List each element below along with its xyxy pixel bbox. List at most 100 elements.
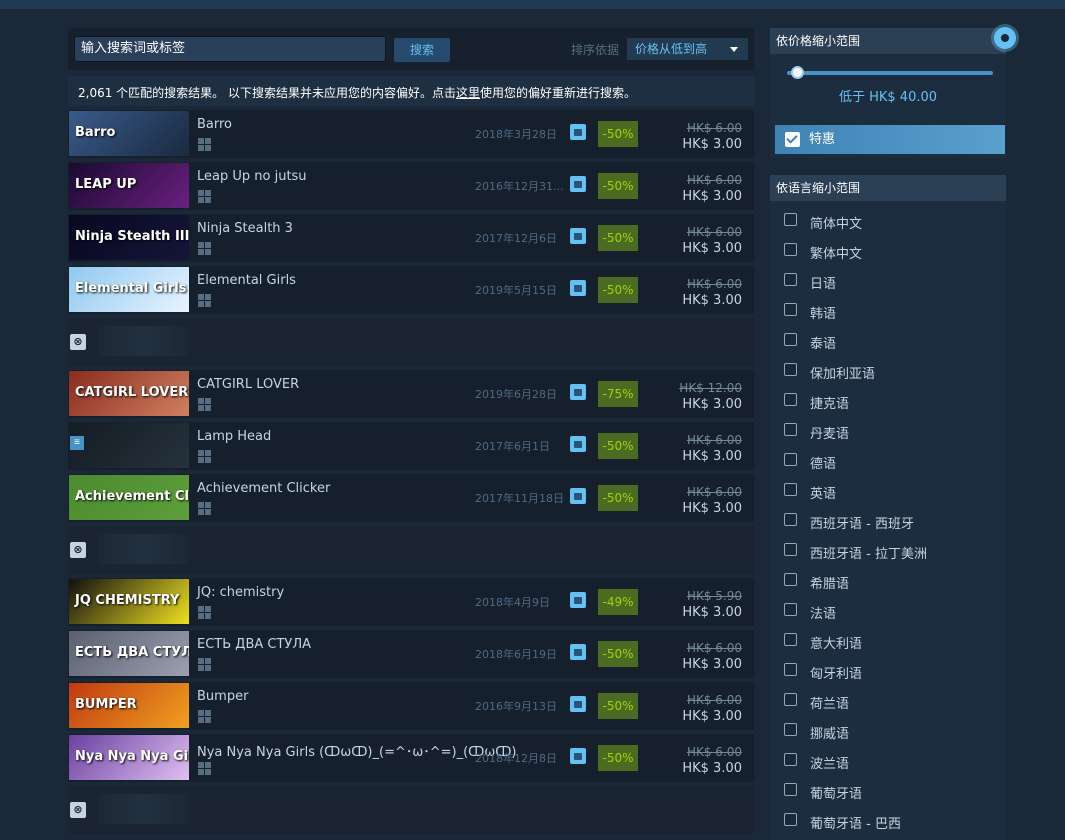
discount-badge: -50% [598,121,638,147]
game-title[interactable]: CATGIRL LOVER [197,377,299,392]
game-title[interactable]: Leap Up no jutsu [197,169,307,184]
language-filter-item[interactable]: 德语 [770,443,1006,473]
checkbox-icon[interactable] [784,453,797,466]
game-title[interactable]: Bumper [197,689,248,704]
game-thumbnail[interactable]: JQ CHEMISTRY [69,579,189,624]
language-filter-panel: 简体中文 繁体中文 日语 韩语 泰语 保加利亚语 捷克语 丹麦语 德语 英语 西… [770,201,1006,840]
language-filter-item[interactable]: 韩语 [770,293,1006,323]
game-thumbnail[interactable]: Elemental Girls [69,267,189,312]
checkbox-icon[interactable] [784,573,797,586]
game-thumbnail[interactable]: Nya Nya Nya Girls [69,735,189,780]
result-row[interactable]: Barro Barro 2018年3月28日 -50% HK$ 6.00 HK$… [68,110,754,158]
language-filter-item[interactable]: 日语 [770,263,1006,293]
game-title[interactable]: JQ: chemistry [197,585,284,600]
language-filter-item[interactable]: 简体中文 [770,203,1006,233]
language-filter-item[interactable]: 荷兰语 [770,683,1006,713]
checkbox-icon[interactable] [784,303,797,316]
language-filter-item[interactable]: 保加利亚语 [770,353,1006,383]
result-row[interactable]: CATGIRL LOVER CATGIRL LOVER 2019年6月28日 -… [68,370,754,418]
checkbox-icon[interactable] [784,783,797,796]
language-filter-item[interactable]: 泰语 [770,323,1006,353]
language-filter-item[interactable]: 挪威语 [770,713,1006,743]
sort-dropdown[interactable]: 价格从低到高 [627,38,748,60]
language-filter-item[interactable]: 英语 [770,473,1006,503]
checkbox-icon[interactable] [784,543,797,556]
game-thumbnail[interactable]: ЕСТЬ ДВА СТУЛА [69,631,189,676]
language-filter-item[interactable]: 丹麦语 [770,413,1006,443]
checkbox-icon[interactable] [784,633,797,646]
special-offers-toggle[interactable]: 特惠 [775,125,1005,154]
result-row[interactable]: Lamp Head 2017年6月1日 -50% HK$ 6.00 HK$ 3.… [68,422,754,470]
ignored-result-row[interactable]: ⊗ [68,318,754,366]
windows-icon [198,294,212,308]
checkbox-icon[interactable] [784,213,797,226]
language-filter-item[interactable]: 法语 [770,593,1006,623]
thumbs-up-icon [570,436,586,452]
result-row[interactable]: Ninja Stealth III Ninja Stealth 3 2017年1… [68,214,754,262]
checkbox-icon[interactable] [784,333,797,346]
game-thumbnail[interactable]: Ninja Stealth III [69,215,189,260]
release-date: 2018年3月28日 [475,128,557,141]
game-thumbnail[interactable]: CATGIRL LOVER [69,371,189,416]
game-title[interactable]: Achievement Clicker [197,481,330,496]
discount-badge: -50% [598,693,638,719]
ignore-icon[interactable]: ⊗ [70,802,86,818]
language-filter-item[interactable]: 波兰语 [770,743,1006,773]
game-thumbnail[interactable]: Barro [69,111,189,156]
game-title[interactable]: Ninja Stealth 3 [197,221,293,236]
checkbox-icon[interactable] [784,753,797,766]
game-title[interactable]: Barro [197,117,232,132]
result-row[interactable]: Achievement Clicker Achievement Clicker … [68,474,754,522]
thumbs-up-icon [570,696,586,712]
language-filter-item[interactable]: 意大利语 [770,623,1006,653]
game-thumbnail[interactable] [69,423,189,468]
result-row[interactable]: LEAP UP Leap Up no jutsu 2016年12月31... -… [68,162,754,210]
language-filter-item[interactable]: 希腊语 [770,563,1006,593]
menu-icon[interactable]: ≡ [70,436,84,450]
checkbox-icon[interactable] [784,603,797,616]
language-filter-item[interactable]: 葡萄牙语 [770,773,1006,803]
game-thumbnail[interactable]: Achievement Clicker [69,475,189,520]
game-title[interactable]: Nya Nya Nya Girls (ↀωↀ)_(=^･ω･^=)_(ↀωↀ) [197,741,517,760]
game-title[interactable]: Lamp Head [197,429,271,444]
search-input[interactable]: 输入搜索词或标签 [74,36,386,62]
checkbox-icon[interactable] [784,663,797,676]
language-label: 日语 [810,277,837,292]
price-slider-handle[interactable] [791,66,805,79]
search-button[interactable]: 搜索 [394,38,450,62]
result-row[interactable]: Nya Nya Nya Girls Nya Nya Nya Girls (ↀωↀ… [68,734,754,782]
result-row[interactable]: ЕСТЬ ДВА СТУЛА ЕСТЬ ДВА СТУЛА 2018年6月19日… [68,630,754,678]
checkbox-icon[interactable] [784,243,797,256]
game-title[interactable]: ЕСТЬ ДВА СТУЛА [197,637,311,652]
checkbox-icon[interactable] [784,273,797,286]
ignore-icon[interactable]: ⊗ [70,334,86,350]
game-thumbnail[interactable]: BUMPER [69,683,189,728]
result-row[interactable]: Elemental Girls Elemental Girls 2019年5月1… [68,266,754,314]
checkbox-icon[interactable] [784,813,797,826]
language-filter-item[interactable]: 捷克语 [770,383,1006,413]
result-row[interactable]: BUMPER Bumper 2016年9月13日 -50% HK$ 6.00 H… [68,682,754,730]
ignored-result-row[interactable]: ⊗ [68,526,754,574]
checkbox-icon[interactable] [784,423,797,436]
preferences-link[interactable]: 这里 [456,86,480,100]
checkbox-icon[interactable] [784,693,797,706]
checkbox-icon[interactable] [784,513,797,526]
language-label: 英语 [810,487,837,502]
language-filter-item[interactable]: 葡萄牙语 - 巴西 [770,803,1006,833]
release-date: 2016年9月13日 [475,700,557,713]
language-filter-item[interactable]: 匈牙利语 [770,653,1006,683]
price-slider-track[interactable] [787,71,993,75]
language-filter-item[interactable]: 西班牙语 - 拉丁美洲 [770,533,1006,563]
checkbox-icon[interactable] [784,723,797,736]
language-filter-item[interactable]: 繁体中文 [770,233,1006,263]
ignore-icon[interactable]: ⊗ [70,542,86,558]
gear-icon[interactable] [994,27,1016,49]
result-row[interactable]: JQ CHEMISTRY JQ: chemistry 2018年4月9日 -49… [68,578,754,626]
ignored-result-row[interactable]: ⊗ [68,786,754,834]
game-title[interactable]: Elemental Girls [197,273,296,288]
game-thumbnail[interactable]: LEAP UP [69,163,189,208]
checkbox-icon[interactable] [784,483,797,496]
checkbox-icon[interactable] [784,363,797,376]
language-filter-item[interactable]: 西班牙语 - 西班牙 [770,503,1006,533]
checkbox-icon[interactable] [784,393,797,406]
